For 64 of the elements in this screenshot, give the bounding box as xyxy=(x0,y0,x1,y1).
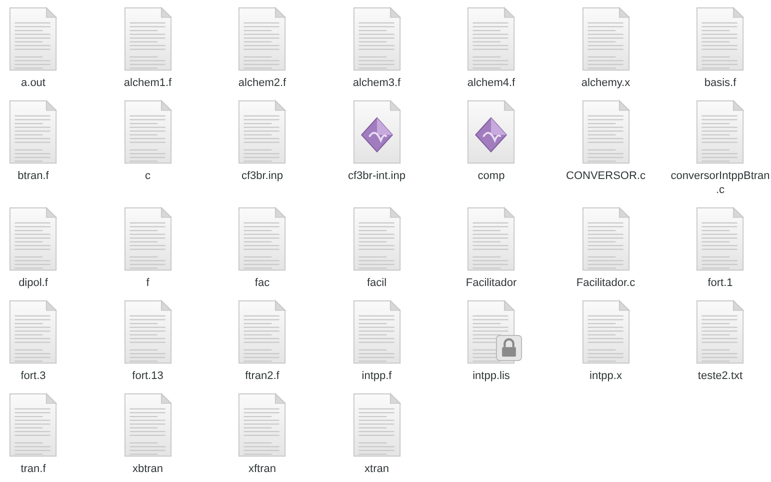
file-name: CONVERSOR.c xyxy=(566,169,646,183)
file-name: conversorIntppBtran.c xyxy=(670,169,770,197)
text-file-icon[interactable] xyxy=(237,206,288,272)
text-file-icon[interactable] xyxy=(352,299,402,365)
text-file-icon[interactable] xyxy=(695,299,746,365)
file-name: cf3br.inp xyxy=(241,169,284,183)
file-name: alchemy.x xyxy=(581,76,630,90)
file-name: facil xyxy=(366,276,387,290)
text-file-icon[interactable] xyxy=(8,299,58,365)
file-name: alchem1.f xyxy=(124,76,172,90)
file-name: tran.f xyxy=(20,462,46,476)
text-file-icon[interactable] xyxy=(237,99,288,165)
text-file-icon[interactable] xyxy=(8,6,58,72)
text-file-icon[interactable] xyxy=(580,299,631,365)
file-name: fac xyxy=(254,276,270,290)
text-file-icon[interactable] xyxy=(8,392,58,458)
text-file-icon[interactable] xyxy=(352,392,402,458)
text-file-icon[interactable] xyxy=(237,392,288,458)
text-file-icon[interactable] xyxy=(466,206,516,272)
file-name: intpp.x xyxy=(590,369,622,383)
text-file-icon[interactable] xyxy=(237,299,288,365)
file-name: alchem4.f xyxy=(467,76,516,90)
lock-icon xyxy=(496,335,522,361)
file-name: fort.13 xyxy=(132,369,164,383)
text-file-icon[interactable] xyxy=(122,6,173,72)
file-name: dipol.f xyxy=(18,276,48,290)
file-name: comp xyxy=(478,169,505,183)
file-name: alchem3.f xyxy=(352,76,401,90)
text-file-icon[interactable] xyxy=(466,6,516,72)
file-name: intpp.f xyxy=(362,369,392,383)
file-name: basis.f xyxy=(704,76,736,90)
text-file-icon[interactable] xyxy=(122,99,173,165)
file-name: Facilitador.c xyxy=(576,276,636,290)
file-name: f xyxy=(146,276,150,290)
text-file-icon[interactable] xyxy=(352,206,402,272)
text-file-icon[interactable] xyxy=(8,99,58,165)
file-name: intpp.lis xyxy=(472,369,510,383)
text-file-icon[interactable] xyxy=(122,299,173,365)
file-name: Facilitador xyxy=(466,276,517,290)
text-file-icon[interactable] xyxy=(8,206,58,272)
file-name: xtran xyxy=(364,462,389,476)
text-file-icon[interactable] xyxy=(237,6,288,72)
text-file-icon[interactable] xyxy=(352,6,402,72)
text-file-icon[interactable] xyxy=(695,206,746,272)
media-file-icon[interactable] xyxy=(466,99,516,165)
file-name: btran.f xyxy=(18,169,49,183)
text-file-icon[interactable] xyxy=(122,206,173,272)
file-name: fort.3 xyxy=(20,369,46,383)
text-file-icon[interactable] xyxy=(580,99,631,165)
media-file-icon[interactable] xyxy=(352,99,402,165)
file-name: xftran xyxy=(248,462,276,476)
file-name: c xyxy=(145,169,150,183)
text-file-icon[interactable] xyxy=(695,6,746,72)
file-name: xbtran xyxy=(132,462,164,476)
text-file-icon[interactable] xyxy=(580,206,631,272)
file-name: ftran2.f xyxy=(245,369,280,383)
text-file-icon[interactable] xyxy=(695,99,746,165)
file-name: fort.1 xyxy=(708,276,733,290)
file-name: alchem2.f xyxy=(238,76,286,90)
text-file-icon[interactable] xyxy=(122,392,173,458)
text-file-icon[interactable] xyxy=(580,6,631,72)
file-name: teste2.txt xyxy=(698,369,743,383)
file-name: cf3br-int.inp xyxy=(348,169,406,183)
file-name: a.out xyxy=(21,76,46,90)
